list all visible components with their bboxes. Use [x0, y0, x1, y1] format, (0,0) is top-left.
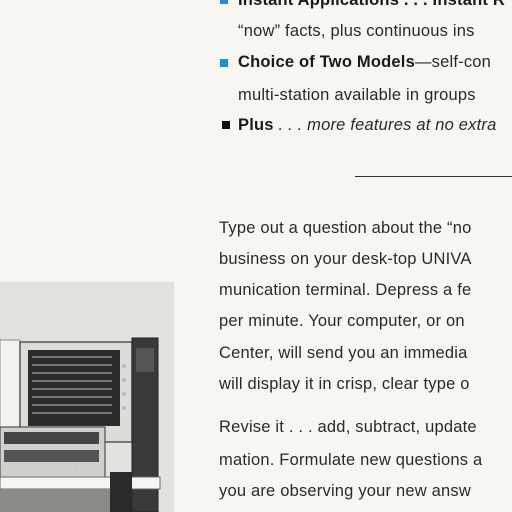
body-line: you are observing your new answ: [219, 482, 471, 500]
bullet-heading: Instant Applications . . . Instant R: [238, 0, 505, 9]
bullet-item: Choice of Two Models—self-con: [238, 53, 491, 72]
body-line: mation. Formulate new questions a: [219, 451, 483, 469]
bullet-item: Plus . . . more features at no extra: [238, 116, 497, 135]
body-line: will display it in crisp, clear type o: [219, 375, 470, 393]
bullet-continuation: multi-station available in groups: [238, 86, 476, 104]
body-line: Type out a question about the “no: [219, 219, 472, 237]
bullet-text: —self-con: [414, 53, 492, 71]
bullet-heading: Choice of Two Models: [238, 53, 415, 71]
bullet-square: [220, 0, 228, 4]
bullet-continuation: “now” facts, plus continuous ins: [238, 22, 475, 40]
bullet-square: [222, 121, 230, 129]
body-line: Revise it . . . add, subtract, update: [219, 418, 477, 436]
body-line: per minute. Your computer, or on: [219, 312, 465, 330]
equipment-photo: [0, 282, 174, 512]
bullet-heading: Plus: [238, 116, 274, 134]
divider-rule: [355, 176, 512, 177]
body-line: munication terminal. Depress a fe: [219, 281, 472, 299]
equipment-photo-drawing: [0, 282, 174, 512]
bullet-square: [220, 59, 228, 67]
body-line: business on your desk-top UNIVA: [219, 250, 472, 268]
body-line: Center, will send you an immedia: [219, 344, 468, 362]
bullet-text: . . . more features at no extra: [273, 116, 497, 134]
